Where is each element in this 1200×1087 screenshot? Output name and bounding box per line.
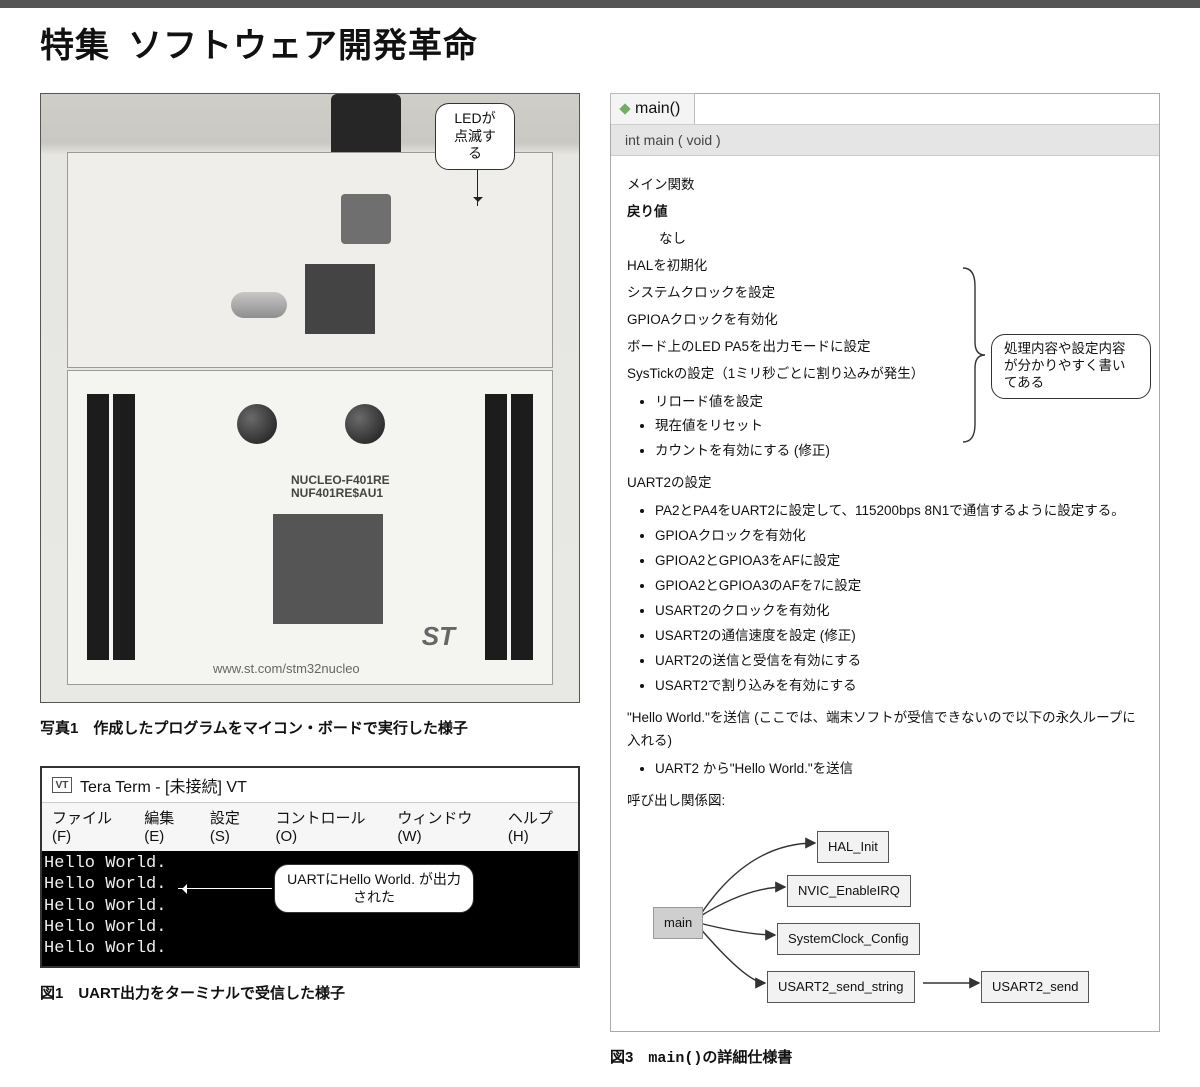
columns: NUCLEO-F401RE NUF401RE$AU1 ST www.st.com…: [40, 93, 1160, 1067]
hello-line: "Hello World."を送信 (ここでは、端末ソフトが受信できないので以下…: [627, 707, 1143, 753]
callout-led: LEDが 点滅する: [435, 103, 515, 170]
list-item: UART2の送信と受信を有効にする: [655, 649, 1143, 674]
st-logo: ST: [422, 621, 455, 652]
spec-step: システムクロックを設定: [627, 282, 1143, 305]
board-url: www.st.com/stm32nucleo: [213, 661, 360, 676]
spec-body: 処理内容や設定内容が分かりやすく書いてある メイン関数 戻り値 なし HALを初…: [611, 156, 1159, 1031]
graph-node-sendstr: USART2_send_string: [767, 971, 915, 1003]
uart2-list: PA2とPA4をUART2に設定して、115200bps 8N1で通信するように…: [627, 499, 1143, 699]
graph-node-nvic: NVIC_EnableIRQ: [787, 875, 911, 907]
list-item: PA2とPA4をUART2に設定して、115200bps 8N1で通信するように…: [655, 499, 1143, 524]
graph-header: 呼び出し関係図:: [627, 790, 1143, 813]
figure3-caption-mono: main(): [648, 1050, 702, 1067]
figure3-caption-prefix: 図3: [610, 1049, 648, 1066]
list-item: GPIOAクロックを有効化: [655, 524, 1143, 549]
page: 特集 ソフトウェア開発革命: [0, 18, 1200, 1087]
spec-signature: int main ( void ): [611, 124, 1159, 156]
figure1-caption: 図1 UART出力をターミナルで受信した様子: [40, 982, 580, 1003]
left-column: NUCLEO-F401RE NUF401RE$AU1 ST www.st.com…: [40, 93, 580, 1031]
usb-port: [341, 194, 391, 244]
board-top-pcb: [67, 152, 553, 368]
stlink-chip: [305, 264, 375, 334]
title-row: 特集 ソフトウェア開発革命: [40, 18, 1160, 67]
spec-panel: main() int main ( void ) 処理内容や設定内容が分かりやす…: [610, 93, 1160, 1032]
diamond-icon: [619, 103, 630, 114]
board-model-label: NUCLEO-F401RE NUF401RE$AU1: [291, 474, 390, 500]
figure3-caption-suffix: の詳細仕様書: [702, 1049, 792, 1066]
list-item: UART2 から"Hello World."を送信: [655, 757, 1143, 782]
menu-file[interactable]: ファイル(F): [52, 807, 124, 845]
teraterm-title: Tera Term - [未接続] VT: [80, 773, 247, 797]
teraterm-titlebar: VT Tera Term - [未接続] VT: [42, 768, 578, 802]
title-main: ソフトウェア開発革命: [128, 18, 478, 67]
callout-spec: 処理内容や設定内容が分かりやすく書いてある: [991, 334, 1151, 399]
crystal: [231, 292, 287, 318]
menu-control[interactable]: コントロール(O): [276, 807, 378, 845]
list-item: カウントを有効にする (修正): [655, 439, 1143, 464]
menu-help[interactable]: ヘルプ(H): [508, 807, 568, 845]
list-item: 現在値をリセット: [655, 414, 1143, 439]
photo1-caption: 写真1 作成したプログラムをマイコン・ボードで実行した様子: [40, 717, 580, 738]
list-item: GPIOA2とGPIOA3をAFに設定: [655, 549, 1143, 574]
right-column: main() int main ( void ) 処理内容や設定内容が分かりやす…: [610, 93, 1160, 1067]
list-item: USART2の通信速度を設定 (修正): [655, 624, 1143, 649]
spec-tab-label: main(): [635, 100, 680, 118]
terminal-line: Hello World.: [44, 917, 572, 938]
menu-edit[interactable]: 編集(E): [144, 807, 190, 845]
graph-node-sysclk: SystemClock_Config: [777, 923, 920, 955]
board-model-line: NUF401RE$AU1: [291, 487, 390, 500]
terminal-line: Hello World.: [44, 938, 572, 959]
pin-header: [87, 394, 109, 660]
menu-window[interactable]: ウィンドウ(W): [397, 807, 488, 845]
list-item: USART2のクロックを有効化: [655, 599, 1143, 624]
list-item: GPIOA2とGPIOA3のAFを7に設定: [655, 574, 1143, 599]
mcu-chip: [273, 514, 383, 624]
teraterm-icon: VT: [52, 777, 72, 793]
menu-setup[interactable]: 設定(S): [210, 807, 256, 845]
spec-return-value: なし: [627, 228, 1143, 251]
spec-main-fn: メイン関数: [627, 174, 1143, 197]
board-photo-wrap: NUCLEO-F401RE NUF401RE$AU1 ST www.st.com…: [40, 93, 580, 703]
uart2-header: UART2の設定: [627, 472, 1143, 495]
capacitor: [237, 404, 277, 444]
graph-node-main: main: [653, 907, 703, 939]
teraterm-menubar: ファイル(F) 編集(E) 設定(S) コントロール(O) ウィンドウ(W) ヘ…: [42, 802, 578, 851]
board-photo: NUCLEO-F401RE NUF401RE$AU1 ST www.st.com…: [40, 93, 580, 703]
graph-node-hal: HAL_Init: [817, 831, 889, 863]
list-item: USART2で割り込みを有効にする: [655, 674, 1143, 699]
title-kicker: 特集: [40, 18, 110, 67]
pin-header: [485, 394, 507, 660]
spec-step: HALを初期化: [627, 255, 1143, 278]
spec-step: GPIOAクロックを有効化: [627, 309, 1143, 332]
capacitor: [345, 404, 385, 444]
pin-header: [113, 394, 135, 660]
spec-tab[interactable]: main(): [610, 93, 695, 124]
call-graph: main HAL_Init NVIC_EnableIRQ SystemClock…: [627, 817, 1143, 1017]
arrow-icon: [178, 888, 272, 889]
callout-uart: UARTにHello World. が出力された: [274, 864, 474, 913]
teraterm-window: VT Tera Term - [未接続] VT ファイル(F) 編集(E) 設定…: [40, 766, 580, 968]
graph-node-send: USART2_send: [981, 971, 1089, 1003]
systick-list: リロード値を設定 現在値をリセット カウントを有効にする (修正): [627, 390, 1143, 465]
hello-list: UART2 から"Hello World."を送信: [627, 757, 1143, 782]
top-bar: [0, 0, 1200, 8]
spec-return-label: 戻り値: [627, 201, 1143, 224]
pin-header: [511, 394, 533, 660]
